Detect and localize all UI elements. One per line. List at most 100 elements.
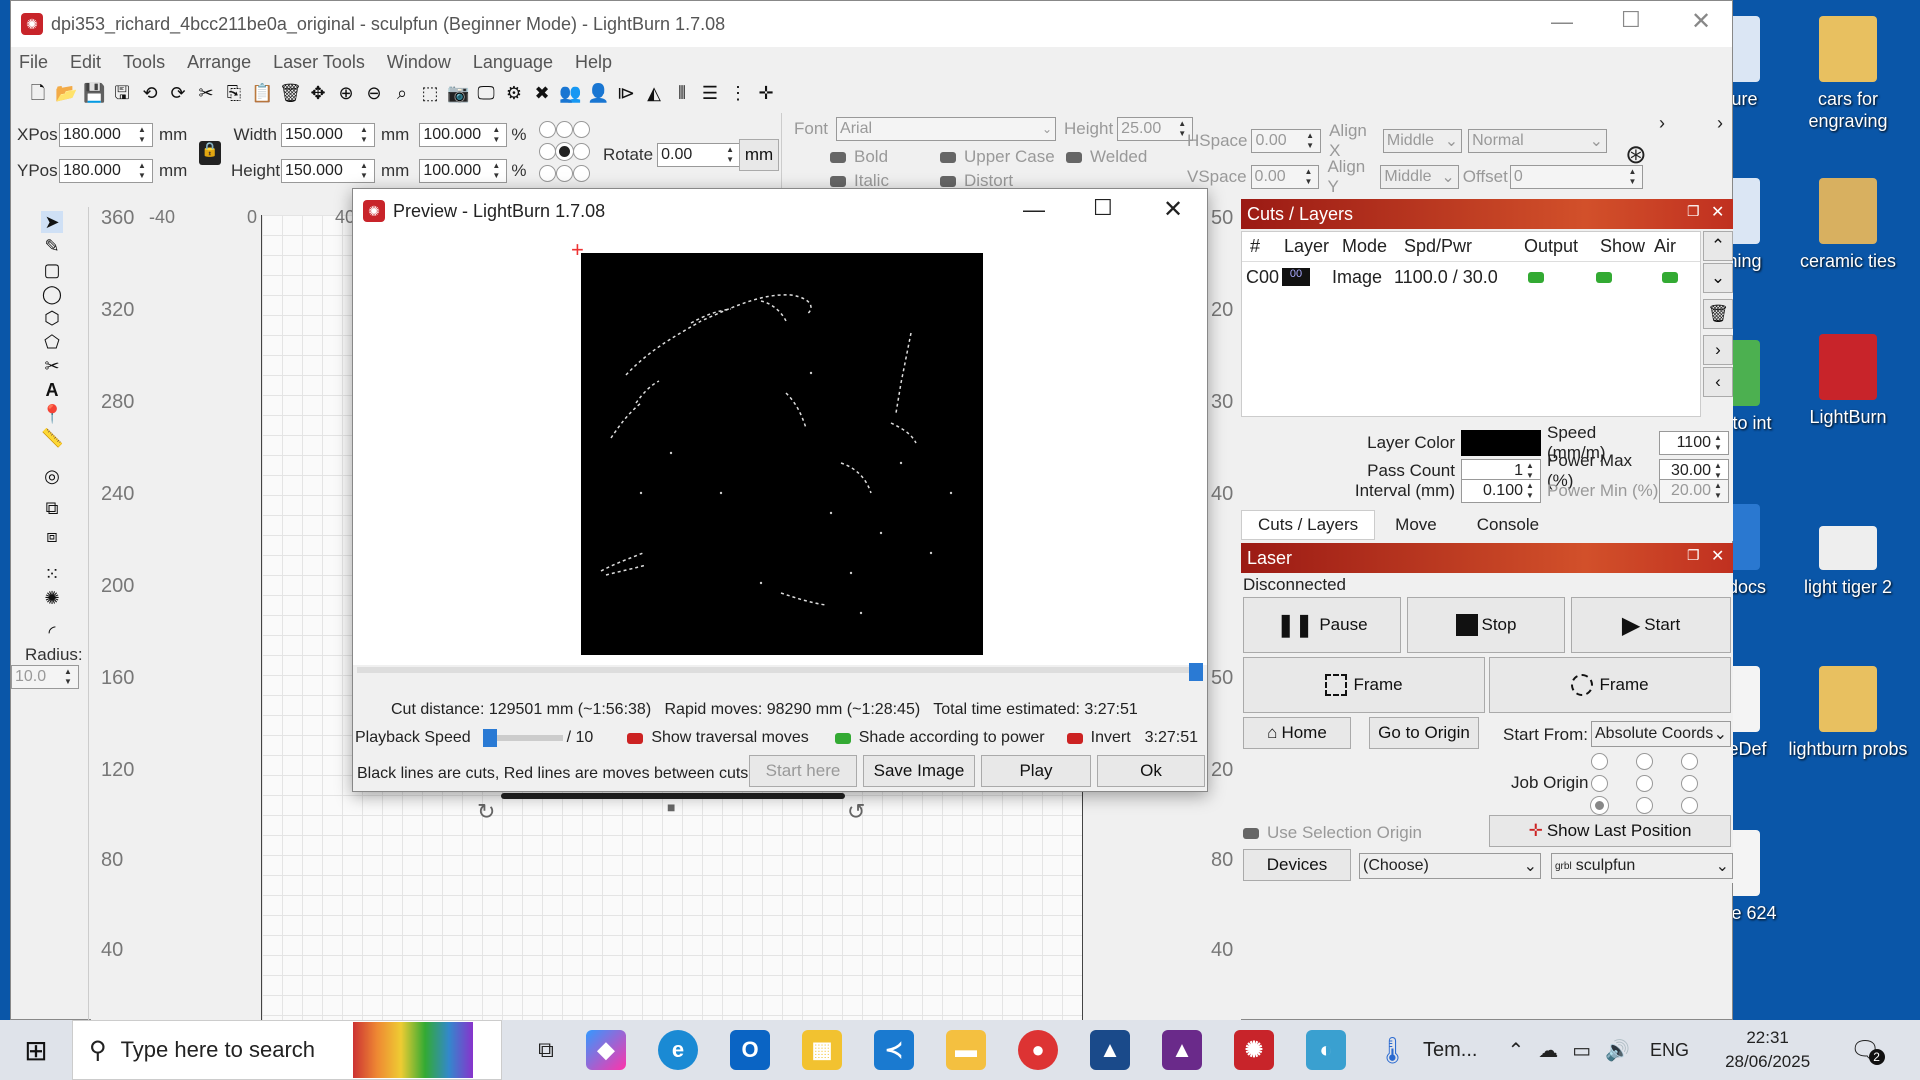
distort-checkbox[interactable] bbox=[940, 175, 956, 187]
undo-icon[interactable]: ⟲ bbox=[139, 82, 161, 104]
minimize-button[interactable]: — bbox=[1551, 9, 1573, 35]
desktop-icon-probs[interactable]: lightburn probs bbox=[1788, 666, 1908, 760]
menu-arrange[interactable]: Arrange bbox=[187, 52, 251, 73]
play-button[interactable]: Play bbox=[981, 755, 1091, 787]
menu-help[interactable]: Help bbox=[575, 52, 612, 73]
radius-input[interactable]: 10.0 ▲ ▼ bbox=[11, 665, 79, 689]
battery-icon[interactable]: ▭ bbox=[1572, 1038, 1591, 1063]
playback-slider-thumb[interactable] bbox=[482, 729, 497, 747]
prev-button[interactable]: ‹ bbox=[1703, 367, 1733, 397]
maximize-button[interactable]: ☐ bbox=[1621, 7, 1641, 33]
uppercase-checkbox[interactable] bbox=[940, 151, 956, 163]
start-here-button[interactable]: Start here bbox=[749, 755, 857, 787]
align-icon[interactable]: ⫴ bbox=[671, 82, 693, 104]
select-tool-icon[interactable]: ➤ bbox=[41, 211, 63, 233]
camera-icon[interactable]: 📷 bbox=[447, 82, 469, 104]
normal-select[interactable]: Normal ⌄ bbox=[1468, 129, 1607, 153]
desktop-icon-ceramic[interactable]: ceramic ties bbox=[1788, 178, 1908, 272]
menu-laser-tools[interactable]: Laser Tools bbox=[273, 52, 365, 73]
text-tool-icon[interactable]: A bbox=[41, 379, 63, 401]
desktop-icon-lightburn[interactable]: LightBurn bbox=[1788, 334, 1908, 428]
grid-array-icon[interactable]: ⁙ bbox=[41, 563, 63, 585]
close-button[interactable]: ✕ bbox=[1691, 7, 1711, 36]
save-image-button[interactable]: Save Image bbox=[863, 755, 975, 787]
user-icon[interactable]: 👤 bbox=[587, 82, 609, 104]
show-traversal-checkbox[interactable] bbox=[627, 732, 644, 744]
position-laser-icon[interactable]: 📍 bbox=[41, 403, 63, 425]
line-tool-icon[interactable]: ✎ bbox=[41, 235, 63, 257]
go-to-origin-button[interactable]: Go to Origin bbox=[1369, 717, 1479, 749]
lightburn-taskbar-icon[interactable]: ✺ bbox=[1234, 1030, 1274, 1070]
group-icon[interactable]: 👥 bbox=[559, 82, 581, 104]
menu-language[interactable]: Language bbox=[473, 52, 553, 73]
bold-checkbox[interactable] bbox=[830, 151, 846, 163]
notifications-icon[interactable]: 🗨 2 bbox=[1850, 1036, 1885, 1065]
anchor-grid[interactable] bbox=[539, 121, 601, 187]
windows-start-icon[interactable]: ⊞ bbox=[0, 1034, 72, 1067]
center-icon[interactable]: ✛ bbox=[755, 82, 777, 104]
stop-button[interactable]: Stop bbox=[1407, 597, 1565, 653]
onedrive-icon[interactable]: ☁ bbox=[1538, 1038, 1558, 1063]
start-button[interactable]: ▶ Start bbox=[1571, 597, 1731, 653]
height-input[interactable]: 150.000 ▲ ▼ bbox=[281, 159, 375, 183]
float-icon[interactable]: ❐ bbox=[1687, 547, 1700, 564]
shape-tool-icon[interactable]: ⬠ bbox=[41, 331, 63, 353]
copilot-icon[interactable]: ◆ bbox=[586, 1030, 626, 1070]
ok-button[interactable]: Ok bbox=[1097, 755, 1205, 787]
move-up-button[interactable]: ⌃ bbox=[1703, 231, 1733, 261]
font-select[interactable]: Arial ⌄ bbox=[836, 117, 1057, 141]
menu-edit[interactable]: Edit bbox=[70, 52, 101, 73]
alignx-select[interactable]: Middle ⌄ bbox=[1382, 129, 1463, 153]
preview-progress-bar[interactable] bbox=[357, 663, 1203, 681]
save-icon[interactable]: 💾 bbox=[83, 82, 105, 104]
corner-radius-icon[interactable]: ◜ bbox=[41, 621, 63, 643]
width-scale-input[interactable]: 100.000 ▲ ▼ bbox=[419, 123, 508, 147]
mirror-icon[interactable]: ◭ bbox=[643, 82, 665, 104]
clock[interactable]: 22:31 28/06/2025 bbox=[1725, 1026, 1810, 1074]
variable-text-icon[interactable]: ⊛ bbox=[1625, 139, 1647, 170]
use-selection-checkbox[interactable] bbox=[1243, 827, 1259, 839]
circular-array-icon[interactable]: ✺ bbox=[41, 587, 63, 609]
lock-ratio-icon[interactable]: 🔒 bbox=[199, 141, 221, 165]
menu-tools[interactable]: Tools bbox=[123, 52, 165, 73]
hspace-input[interactable]: 0.00 ▲ ▼ bbox=[1251, 129, 1322, 153]
rectangle-tool-icon[interactable]: ▢ bbox=[41, 259, 63, 281]
show-last-position-button[interactable]: ✛ Show Last Position bbox=[1489, 815, 1731, 847]
panel-close-icon[interactable]: ✕ bbox=[1711, 546, 1724, 566]
affinity-photo-icon[interactable]: ▲ bbox=[1162, 1030, 1202, 1070]
chrome-icon[interactable]: ● bbox=[1018, 1030, 1058, 1070]
temperature-label[interactable]: Tem... bbox=[1423, 1039, 1477, 1062]
move-down-button[interactable]: ⌄ bbox=[1703, 263, 1733, 293]
width-input[interactable]: 150.000 ▲ ▼ bbox=[281, 123, 375, 147]
polygon-tool-icon[interactable]: ⬡ bbox=[41, 307, 63, 329]
table-row[interactable]: C00 00 Image 1100.0 / 30.0 bbox=[1242, 262, 1700, 292]
zoom-in-icon[interactable]: ⊕ bbox=[335, 82, 357, 104]
edge-icon[interactable]: e bbox=[658, 1030, 698, 1070]
tab-move[interactable]: Move bbox=[1375, 511, 1457, 539]
show-toggle[interactable] bbox=[1596, 271, 1612, 283]
offset-icon[interactable]: ◎ bbox=[41, 465, 63, 487]
expand-panel-icon[interactable]: › bbox=[1717, 113, 1723, 134]
xpos-input[interactable]: 180.000 ▲ ▼ bbox=[59, 123, 153, 147]
devices-button[interactable]: Devices bbox=[1243, 849, 1351, 881]
preview-close-button[interactable]: ✕ bbox=[1163, 195, 1183, 224]
delete-icon[interactable]: 🗑 bbox=[279, 82, 302, 104]
copy-along-icon[interactable]: ⧉ bbox=[41, 497, 63, 519]
desktop-icon-cars[interactable]: cars for engraving bbox=[1788, 16, 1908, 132]
file-explorer-icon[interactable]: ▬ bbox=[946, 1030, 986, 1070]
preview-progress-thumb[interactable] bbox=[1189, 663, 1203, 681]
invert-checkbox[interactable] bbox=[1066, 732, 1083, 744]
vscode-icon[interactable]: ≺ bbox=[874, 1030, 914, 1070]
pause-button[interactable]: ❚❚ Pause bbox=[1243, 597, 1401, 653]
outlook-icon[interactable]: O bbox=[730, 1030, 770, 1070]
flip-icon[interactable]: ⧐ bbox=[615, 82, 637, 104]
measure-tool-icon[interactable]: 📏 bbox=[41, 427, 63, 449]
save-as-icon[interactable]: 🖫 bbox=[111, 82, 133, 104]
interval-input[interactable]: 0.100 ▲ ▼ bbox=[1461, 479, 1541, 503]
tab-cuts-layers[interactable]: Cuts / Layers bbox=[1241, 510, 1376, 540]
ypos-input[interactable]: 180.000 ▲ ▼ bbox=[59, 159, 153, 183]
height-scale-input[interactable]: 100.000 ▲ ▼ bbox=[419, 159, 508, 183]
menu-window[interactable]: Window bbox=[387, 52, 451, 73]
scale-handle-icon[interactable]: ■ bbox=[667, 799, 675, 815]
frame-button[interactable]: Frame bbox=[1243, 657, 1485, 713]
